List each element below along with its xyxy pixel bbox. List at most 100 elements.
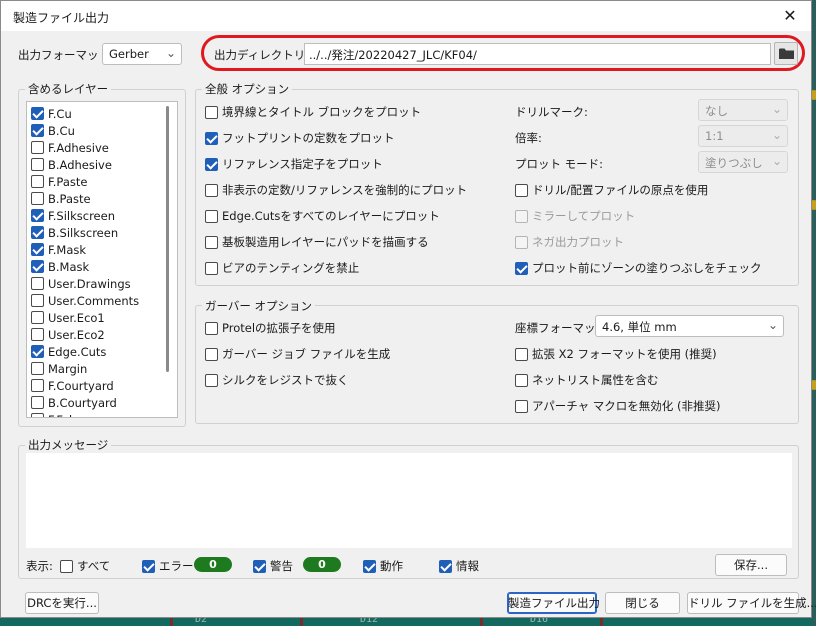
filter-warnings-checkbox[interactable]: 警告	[253, 558, 293, 574]
output-format-select[interactable]: Gerber ⌄	[102, 43, 182, 65]
layer-item[interactable]: User.Eco2	[31, 326, 105, 343]
general-option-right-checkbox-2[interactable]: ネガ出力プロット	[515, 234, 624, 250]
gerber-option-label: Protelの拡張子を使用	[222, 321, 336, 335]
drill-marks-label: ドリルマーク:	[515, 105, 588, 119]
layer-item[interactable]: B.Silkscreen	[31, 224, 118, 241]
checkbox-box	[31, 209, 44, 222]
gerber-option-checkbox-1[interactable]: ガーバー ジョブ ファイルを生成	[205, 346, 390, 362]
filter-all-checkbox[interactable]: すべて	[60, 558, 110, 574]
general-option-checkbox-6[interactable]: ビアのテンティングを禁止	[205, 260, 359, 276]
filter-info-checkbox[interactable]: 情報	[439, 558, 479, 574]
general-option-checkbox-4[interactable]: Edge.Cutsをすべてのレイヤーにプロット	[205, 208, 440, 224]
layer-item[interactable]: B.Cu	[31, 122, 75, 139]
layer-item[interactable]: User.Eco1	[31, 309, 105, 326]
close-icon[interactable]: ✕	[779, 5, 801, 27]
general-option-checkbox-3[interactable]: 非表示の定数/リファレンスを強制的にプロット	[205, 182, 467, 198]
general-option-right-checkbox-1[interactable]: ミラーしてプロット	[515, 208, 635, 224]
browse-folder-button[interactable]	[774, 42, 798, 65]
layers-group-title: 含めるレイヤー	[25, 81, 112, 97]
checkbox-box	[439, 559, 452, 573]
checkbox-box	[31, 107, 44, 120]
general-option-right-checkbox-0[interactable]: ドリル/配置ファイルの原点を使用	[515, 182, 708, 198]
scale-value: 1:1	[705, 129, 724, 143]
checkbox-box	[31, 175, 44, 188]
layer-item-label: User.Comments	[48, 293, 140, 308]
general-option-right-checkbox-3[interactable]: プロット前にゾーンの塗りつぶしをチェック	[515, 260, 762, 276]
gerber-option-label: ガーバー ジョブ ファイルを生成	[222, 347, 391, 361]
layer-item[interactable]: Edge.Cuts	[31, 343, 106, 360]
save-messages-button[interactable]: 保存...	[715, 554, 787, 576]
layer-item[interactable]: B.Mask	[31, 258, 89, 275]
layer-item[interactable]: F.Mask	[31, 241, 86, 258]
checkbox-box	[31, 158, 44, 171]
gerber-option-checkbox-2[interactable]: シルクをレジストで抜く	[205, 372, 349, 388]
drill-marks-value: なし	[705, 104, 728, 118]
layer-item[interactable]: User.Comments	[31, 292, 139, 309]
checkbox-box	[205, 347, 218, 361]
general-option-checkbox-2[interactable]: リファレンス指定子をプロット	[205, 156, 383, 172]
checkbox-box	[205, 183, 218, 197]
checkbox-box	[31, 243, 44, 256]
gerber-option-checkbox-0[interactable]: Protelの拡張子を使用	[205, 320, 336, 336]
checkbox-box	[31, 379, 44, 392]
gerber-option-label: シルクをレジストで抜く	[222, 373, 349, 387]
layer-item[interactable]: F.Cu	[31, 105, 72, 122]
messages-area[interactable]	[26, 453, 792, 548]
checkbox-box	[515, 183, 528, 197]
gerber-option-right-label: アパーチャ マクロを無効化 (非推奨)	[532, 399, 721, 413]
checkbox-box	[205, 131, 218, 145]
scale-select[interactable]: 1:1 ⌄	[698, 125, 788, 147]
layer-item-label: B.Mask	[48, 259, 90, 274]
layer-item[interactable]: F.Silkscreen	[31, 207, 115, 224]
run-drc-button[interactable]: DRCを実行...	[25, 592, 99, 614]
layer-item-label: B.Adhesive	[48, 157, 112, 172]
checkbox-box	[253, 559, 266, 573]
checkbox-box	[515, 209, 528, 223]
close-button[interactable]: 閉じる	[605, 592, 680, 614]
general-option-right-label: プロット前にゾーンの塗りつぶしをチェック	[532, 261, 762, 275]
layer-item[interactable]: F.Fab	[31, 411, 76, 418]
layer-list[interactable]: F.Cu B.Cu F.Adhesive B.Adhesive F.Paste B.Pas…	[26, 101, 178, 418]
layer-item[interactable]: F.Adhesive	[31, 139, 109, 156]
layer-list-scrollbar[interactable]	[166, 106, 169, 372]
drill-marks-select[interactable]: なし ⌄	[698, 99, 788, 121]
layer-item-label: F.Fab	[48, 413, 76, 418]
layer-item-label: User.Eco2	[48, 327, 105, 342]
warning-count-badge: 0	[303, 557, 341, 572]
layer-item[interactable]: B.Paste	[31, 190, 91, 207]
general-option-checkbox-5[interactable]: 基板製造用レイヤーにパッドを描画する	[205, 234, 429, 250]
coord-format-select[interactable]: 4.6, 単位 mm ⌄	[595, 315, 784, 337]
checkbox-box	[515, 235, 528, 249]
checkbox-box	[31, 328, 44, 341]
generate-drill-files-button[interactable]: ドリル ファイルを生成...	[687, 592, 816, 614]
layer-item[interactable]: User.Drawings	[31, 275, 131, 292]
output-directory-input[interactable]: ../../発注/20220427_JLC/KF04/	[304, 43, 771, 65]
checkbox-box	[205, 105, 218, 119]
layer-item[interactable]: F.Paste	[31, 173, 87, 190]
layer-item[interactable]: F.Courtyard	[31, 377, 114, 394]
layer-item[interactable]: Margin	[31, 360, 87, 377]
checkbox-box	[31, 396, 44, 409]
general-option-checkbox-1[interactable]: フットプリントの定数をプロット	[205, 130, 395, 146]
output-format-value: Gerber	[109, 47, 149, 61]
plot-button[interactable]: 製造ファイル出力	[507, 592, 600, 614]
checkbox-box	[31, 124, 44, 137]
filter-actions-label: 動作	[380, 559, 403, 573]
title-bar: 製造ファイル出力 ✕	[1, 1, 811, 31]
gerber-option-right-checkbox-2[interactable]: アパーチャ マクロを無効化 (非推奨)	[515, 398, 720, 414]
gerber-option-right-checkbox-1[interactable]: ネットリスト属性を含む	[515, 372, 659, 388]
layer-item-label: User.Drawings	[48, 276, 131, 291]
checkbox-box	[31, 192, 44, 205]
layer-item[interactable]: B.Adhesive	[31, 156, 112, 173]
layer-item[interactable]: B.Courtyard	[31, 394, 117, 411]
gerber-option-right-checkbox-0[interactable]: 拡張 X2 フォーマットを使用 (推奨)	[515, 346, 717, 362]
layer-item-label: F.Mask	[48, 242, 87, 257]
general-option-checkbox-0[interactable]: 境界線とタイトル ブロックをプロット	[205, 104, 421, 120]
checkbox-box	[363, 559, 376, 573]
checkbox-box	[60, 559, 73, 573]
filter-actions-checkbox[interactable]: 動作	[363, 558, 403, 574]
general-option-right-label: ミラーしてプロット	[532, 209, 636, 223]
filter-errors-checkbox[interactable]: エラー	[142, 558, 194, 574]
plot-mode-select[interactable]: 塗りつぶし ⌄	[698, 151, 788, 173]
filter-warnings-label: 警告	[270, 559, 293, 573]
